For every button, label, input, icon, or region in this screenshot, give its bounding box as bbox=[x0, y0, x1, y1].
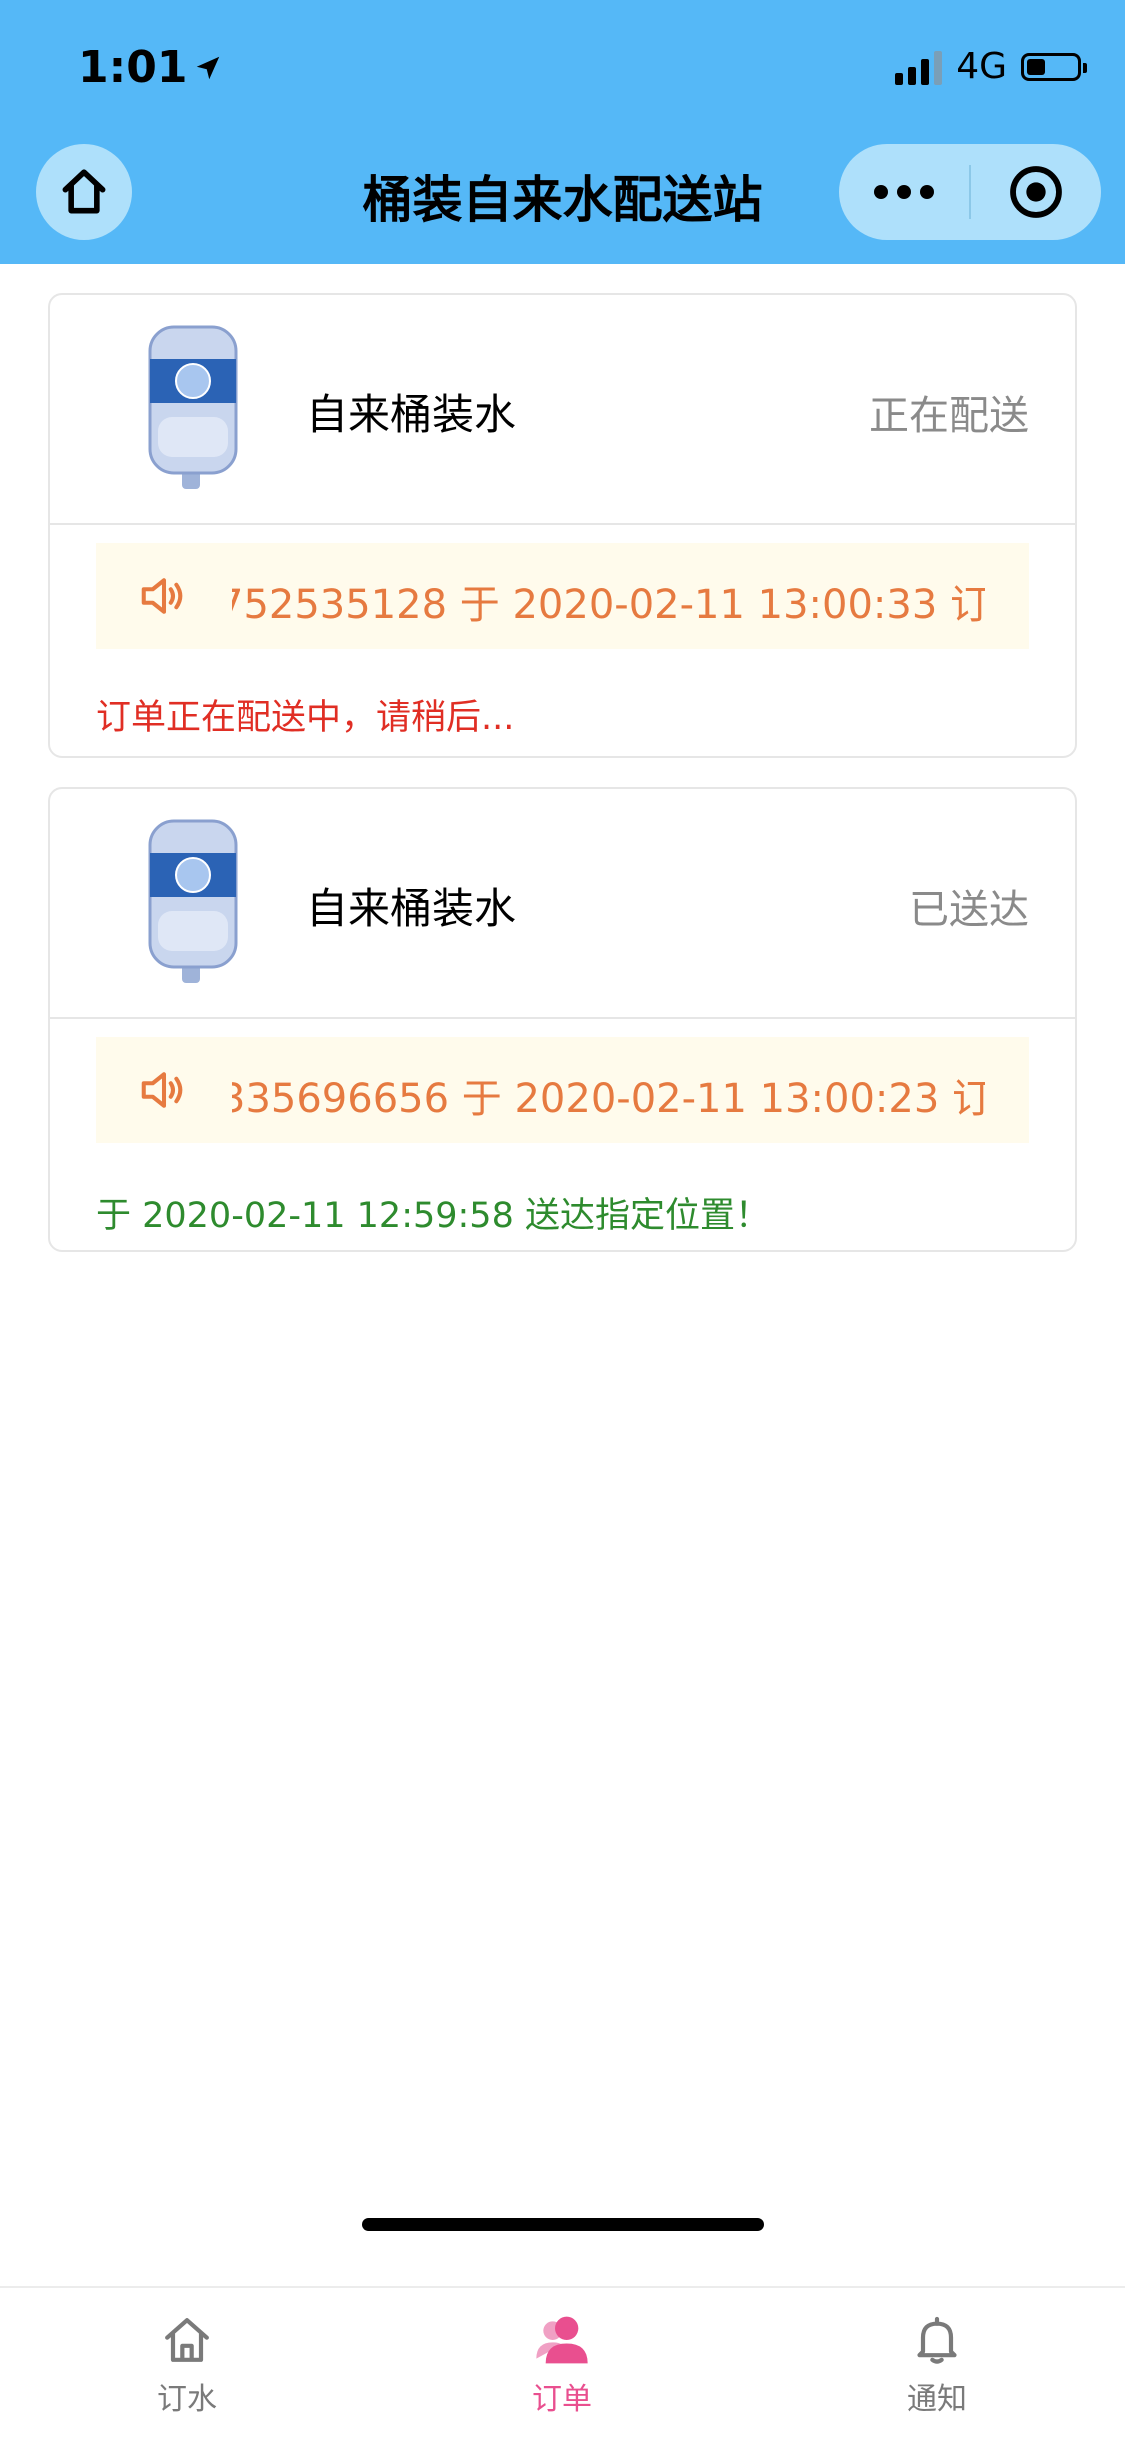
tab-label: 订单 bbox=[532, 2382, 592, 2417]
home-icon bbox=[165, 2318, 209, 2362]
battery-icon bbox=[1021, 52, 1087, 81]
notice-text: 752535128 于 2020-02-11 13:00:33 订购 bbox=[232, 582, 985, 626]
location-arrow-icon bbox=[197, 56, 220, 79]
status-indicators: 4G bbox=[895, 46, 1087, 87]
order-status: 已送达 bbox=[909, 887, 1029, 933]
order-header: 自来桶装水 已送达 bbox=[50, 789, 1075, 1019]
product-name: 自来桶装水 bbox=[306, 884, 517, 933]
notice-marquee: 335696656 于 2020-02-11 13:00:23 订购 bbox=[232, 1060, 985, 1120]
mini-program-capsule bbox=[839, 144, 1101, 240]
close-button[interactable] bbox=[971, 163, 1101, 221]
app-header: 1:01 4G 桶装自来水配送站 bbox=[0, 0, 1125, 264]
tab-order-water[interactable]: 订水 bbox=[107, 2312, 267, 2418]
more-button[interactable] bbox=[839, 185, 969, 199]
water-bottle-image bbox=[148, 325, 238, 489]
tab-notifications[interactable]: 通知 bbox=[857, 2312, 1017, 2418]
bell-icon bbox=[917, 2316, 957, 2364]
order-status: 正在配送 bbox=[869, 393, 1029, 439]
home-indicator[interactable] bbox=[362, 2218, 764, 2231]
order-message: 于 2020-02-11 12:59:58 送达指定位置！ bbox=[96, 1196, 770, 1236]
order-card[interactable]: 自来桶装水 已送达 335696656 于 2020-02-11 13:00:2… bbox=[48, 787, 1077, 1252]
speaker-icon bbox=[96, 1063, 232, 1117]
tab-orders[interactable]: 订单 bbox=[482, 2312, 642, 2418]
order-card[interactable]: 自来桶装水 正在配送 752535128 于 2020-02-11 13:00:… bbox=[48, 293, 1077, 758]
status-time-text: 1:01 bbox=[78, 42, 188, 93]
user-icon bbox=[536, 2316, 588, 2364]
order-header: 自来桶装水 正在配送 bbox=[50, 295, 1075, 525]
tab-bar: 订水 订单 通知 bbox=[0, 2286, 1125, 2438]
speaker-icon bbox=[96, 569, 232, 623]
status-time: 1:01 bbox=[78, 42, 223, 93]
network-type: 4G bbox=[956, 46, 1007, 87]
notice-bar: 335696656 于 2020-02-11 13:00:23 订购 bbox=[96, 1037, 1029, 1143]
signal-icon bbox=[895, 49, 943, 85]
notice-bar: 752535128 于 2020-02-11 13:00:33 订购 bbox=[96, 543, 1029, 649]
notice-marquee: 752535128 于 2020-02-11 13:00:33 订购 bbox=[232, 566, 985, 626]
order-message: 订单正在配送中，请稍后... bbox=[96, 698, 515, 738]
tab-label: 订水 bbox=[157, 2382, 217, 2417]
water-bottle-image bbox=[148, 819, 238, 983]
product-name: 自来桶装水 bbox=[306, 390, 517, 439]
notice-text: 335696656 于 2020-02-11 13:00:23 订购 bbox=[232, 1076, 985, 1120]
target-icon bbox=[1010, 166, 1062, 218]
tab-label: 通知 bbox=[907, 2382, 967, 2417]
